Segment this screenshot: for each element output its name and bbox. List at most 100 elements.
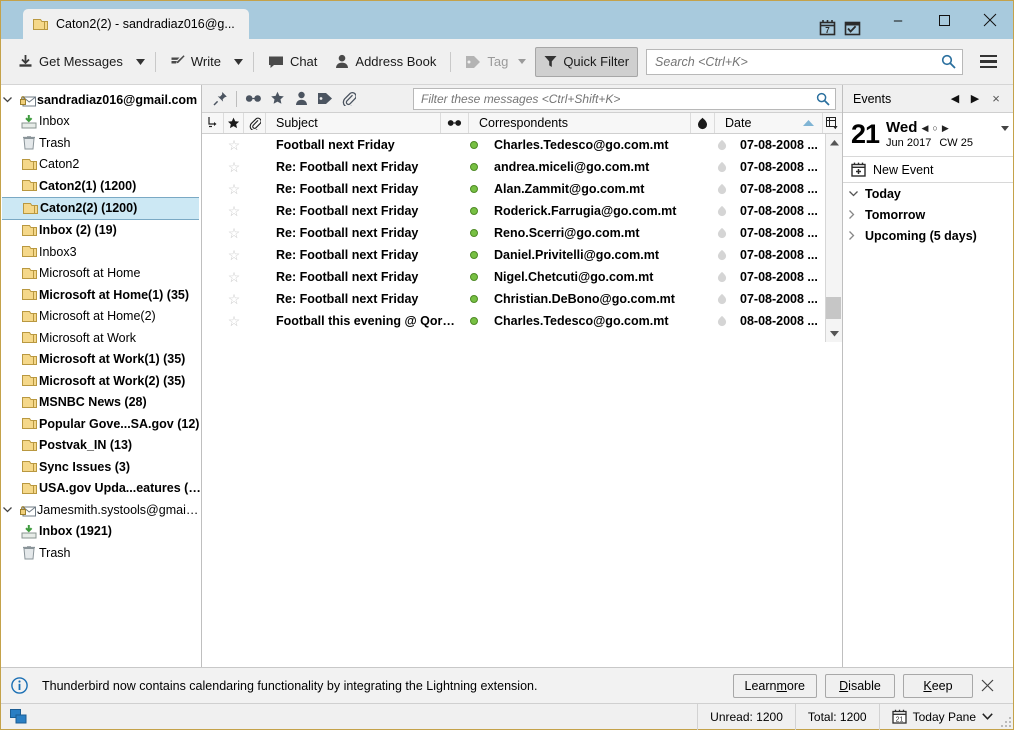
read-status[interactable] [460,200,488,222]
table-row[interactable]: ☆ Football next Friday Charles.Tedesco@g… [202,134,842,156]
unread-marker[interactable] [710,134,734,156]
search-input[interactable] [655,54,941,69]
events-section-today[interactable]: Today [843,183,1013,204]
read-status[interactable] [460,178,488,200]
read-status[interactable] [460,134,488,156]
star-toggle[interactable]: ☆ [224,156,244,178]
table-row[interactable]: ☆ Re: Football next Friday Roderick.Farr… [202,200,842,222]
read-status[interactable] [460,156,488,178]
tasks-icon[interactable] [844,19,861,36]
sidebar-folder-caton2[interactable]: Caton2 [1,154,201,176]
message-subject[interactable]: Re: Football next Friday [266,178,460,200]
unread-marker[interactable] [710,288,734,310]
learn-more-button[interactable]: Learn m ore [732,673,817,698]
calendar-forward-icon[interactable]: ▶ [942,123,949,134]
resize-grip[interactable] [999,704,1013,730]
unread-icon[interactable] [241,88,265,110]
unread-marker[interactable] [710,222,734,244]
scroll-up-button[interactable] [826,134,842,151]
message-subject[interactable]: Re: Football next Friday [266,288,460,310]
unread-marker[interactable] [710,178,734,200]
thread-column-icon[interactable] [202,113,224,133]
read-status[interactable] [460,244,488,266]
star-toggle[interactable]: ☆ [224,288,244,310]
address-book-button[interactable]: Address Book [326,47,445,77]
star-column-icon[interactable] [224,113,244,133]
star-toggle[interactable]: ☆ [224,222,244,244]
sidebar-folder-microsoft-at-work-1[interactable]: Microsoft at Work(1) (35) [1,349,201,371]
read-status[interactable] [460,266,488,288]
table-row[interactable]: ☆ Re: Football next Friday andrea.miceli… [202,156,842,178]
sidebar-folder-microsoft-at-home[interactable]: Microsoft at Home [1,263,201,285]
table-row[interactable]: ☆ Re: Football next Friday Nigel.Chetcut… [202,266,842,288]
message-subject[interactable]: Re: Football next Friday [266,266,460,288]
events-prev-button[interactable]: ◀ [945,92,965,105]
sidebar-folder-msnbc-news[interactable]: MSNBC News (28) [1,392,201,414]
message-list-scrollbar[interactable] [825,134,842,342]
close-button[interactable] [967,5,1013,35]
scrollbar-thumb[interactable] [826,297,841,319]
message-subject[interactable]: Re: Football next Friday [266,156,460,178]
star-toggle[interactable]: ☆ [224,266,244,288]
quick-filter-button[interactable]: Quick Filter [535,46,639,77]
message-subject[interactable]: Football next Friday [266,134,460,156]
message-subject[interactable]: Re: Football next Friday [266,222,460,244]
unread-marker[interactable] [710,244,734,266]
chat-button[interactable]: Chat [259,47,326,77]
sidebar-folder-microsoft-at-work[interactable]: Microsoft at Work [1,327,201,349]
chevron-down-icon[interactable] [3,96,17,103]
tag-icon[interactable] [313,88,337,110]
events-close-button[interactable]: × [985,91,1007,106]
calendar-today-icon[interactable]: ○ [932,123,937,133]
unread-marker[interactable] [710,266,734,288]
events-options-dropdown[interactable] [1001,126,1009,143]
message-filter-box[interactable] [413,87,836,110]
notification-close-button[interactable] [981,679,1007,692]
get-messages-dropdown[interactable] [132,47,150,77]
sidebar-folder-microsoft-at-home-1[interactable]: Microsoft at Home(1) (35) [1,284,201,306]
correspondents-column-header[interactable]: Correspondents [469,113,691,133]
sidebar-folder-popular-gov[interactable]: Popular Gove...SA.gov (12) [1,413,201,435]
keep-button[interactable]: Keep [903,673,973,698]
message-subject[interactable]: Football this evening @ Qormi 6pm ... [266,310,460,332]
sidebar-folder-trash[interactable]: Trash [1,132,201,154]
events-section-tomorrow[interactable]: Tomorrow [843,204,1013,225]
starred-icon[interactable] [265,88,289,110]
window-tab-mail[interactable]: Caton2(2) - sandradiaz016@g... [23,9,249,39]
unread-marker[interactable] [710,156,734,178]
sidebar-folder-inbox[interactable]: Inbox [1,111,201,133]
global-search-box[interactable] [646,48,963,75]
new-event-button[interactable]: New Event [843,157,1013,183]
sidebar-folder-microsoft-at-home-2[interactable]: Microsoft at Home(2) [1,306,201,328]
account-header-jamesmith[interactable]: Jamesmith.systools@gmail.com [1,499,201,521]
write-button[interactable]: Write [161,47,230,77]
star-toggle[interactable]: ☆ [224,200,244,222]
read-column-icon[interactable] [441,113,469,133]
app-menu-button[interactable] [971,47,1005,77]
disable-button[interactable]: Disable [825,673,895,698]
table-row[interactable]: ☆ Re: Football next Friday Christian.DeB… [202,288,842,310]
calendar-icon[interactable]: 7 [819,19,836,36]
message-subject[interactable]: Re: Football next Friday [266,200,460,222]
subject-column-header[interactable]: Subject [266,113,441,133]
column-picker-icon[interactable] [823,113,842,133]
maximize-button[interactable] [921,5,967,35]
sidebar-folder-jamesmith-inbox[interactable]: Inbox (1921) [1,521,201,543]
chevron-down-icon[interactable] [3,506,17,513]
star-toggle[interactable]: ☆ [224,244,244,266]
filter-input[interactable] [421,91,816,106]
table-row[interactable]: ☆ Football this evening @ Qormi 6pm ... … [202,310,842,332]
sidebar-folder-caton2-1[interactable]: Caton2(1) (1200) [1,175,201,197]
offline-status-icon[interactable] [1,709,35,724]
sidebar-folder-usa-gov[interactable]: USA.gov Upda...eatures (10) [1,478,201,500]
table-row[interactable]: ☆ Re: Football next Friday Daniel.Privit… [202,244,842,266]
read-status[interactable] [460,288,488,310]
table-row[interactable]: ☆ Re: Football next Friday Reno.Scerri@g… [202,222,842,244]
get-messages-button[interactable]: Get Messages [9,47,132,77]
table-row[interactable]: ☆ Re: Football next Friday Alan.Zammit@g… [202,178,842,200]
sidebar-folder-microsoft-at-work-2[interactable]: Microsoft at Work(2) (35) [1,370,201,392]
star-toggle[interactable]: ☆ [224,178,244,200]
events-next-button[interactable]: ▶ [965,92,985,105]
read-status[interactable] [460,222,488,244]
unread-marker[interactable] [710,310,734,332]
